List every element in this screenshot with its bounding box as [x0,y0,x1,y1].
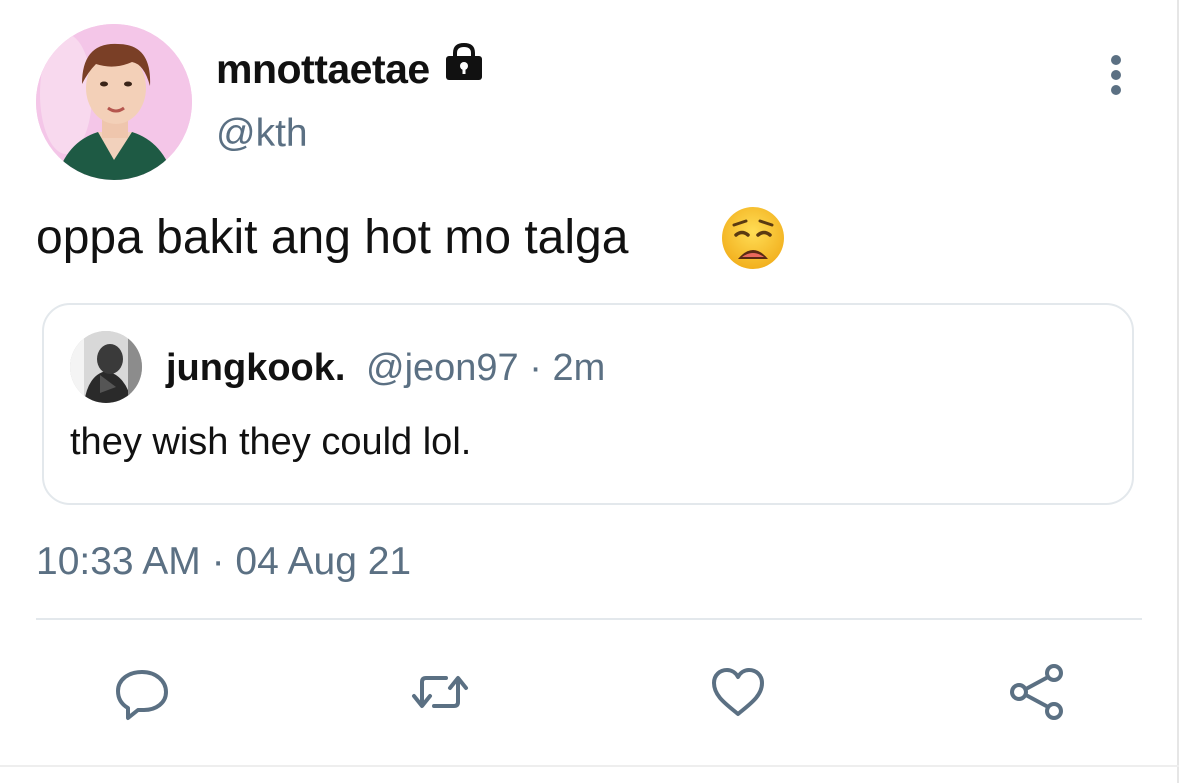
reply-button[interactable] [110,660,174,724]
weary-face-emoji-icon [720,205,786,271]
author-handle[interactable]: @kth [216,112,308,156]
quoted-tweet-card[interactable]: jungkook. @jeon97 · 2m they wish they co… [42,303,1134,505]
share-icon [1010,664,1063,720]
tweet-text: oppa bakit ang hot mo talga [36,211,629,264]
share-button[interactable] [1004,660,1068,724]
bottom-divider [0,765,1179,767]
like-icon [712,668,764,716]
quoted-author-handle-time: @jeon97 · 2m [366,347,606,389]
lock-icon [442,40,486,84]
retweet-icon [412,676,468,708]
more-options-icon[interactable] [1096,50,1136,100]
retweet-button[interactable] [408,660,472,724]
author-display-name[interactable]: mnottaetae [216,46,430,93]
author-avatar[interactable] [36,24,192,180]
reply-icon [116,670,168,720]
like-button[interactable] [706,660,770,724]
quoted-author-name[interactable]: jungkook. [166,347,345,390]
quoted-author-avatar[interactable] [70,331,142,403]
divider [36,618,1142,620]
quoted-avatar-photo [70,331,142,403]
tweet-timestamp: 10:33 AM · 04 Aug 21 [36,540,412,583]
avatar-photo [36,24,192,180]
quoted-tweet-text: they wish they could lol. [70,421,472,463]
